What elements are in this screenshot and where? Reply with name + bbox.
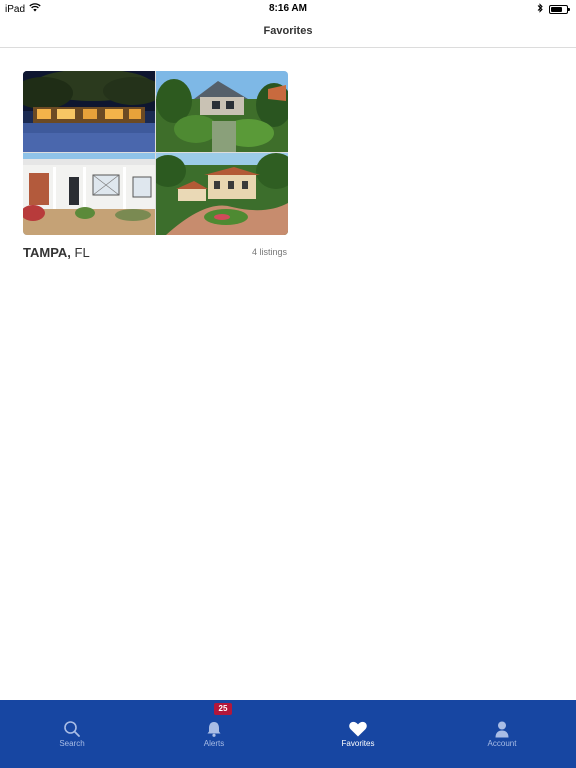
tab-bar: Search 25 Alerts Favorites Account [0, 700, 576, 768]
state-name: FL [74, 245, 90, 260]
tab-search-label: Search [59, 739, 85, 748]
tab-account[interactable]: Account [430, 700, 574, 768]
listing-photo-white-porch [23, 153, 155, 235]
city-label[interactable]: TAMPA, FL [23, 245, 90, 260]
page-title: Favorites [263, 25, 313, 37]
search-icon [64, 721, 80, 737]
status-time: 8:16 AM [269, 3, 307, 14]
city-name: TAMPA, [23, 245, 71, 260]
bell-icon [207, 722, 221, 737]
tab-favorites[interactable]: Favorites [286, 700, 430, 768]
card-meta: TAMPA, FL 4 listings [23, 243, 288, 269]
tab-search[interactable]: Search [0, 700, 144, 768]
alerts-badge: 25 [214, 703, 232, 715]
heart-icon [349, 721, 367, 737]
listing-photo-aerial-estate [156, 153, 288, 235]
photo-collage[interactable] [23, 71, 288, 235]
listing-count: 4 listings [251, 247, 287, 257]
tab-favorites-label: Favorites [341, 739, 375, 748]
listing-photo-night-driveway [23, 71, 155, 152]
person-icon [495, 721, 509, 738]
tab-alerts[interactable]: 25 Alerts [142, 700, 286, 768]
bluetooth-icon [537, 3, 543, 16]
tab-alerts-label: Alerts [203, 739, 225, 748]
listing-photo-palm-garden [156, 71, 288, 152]
nav-bar: Favorites [0, 18, 576, 48]
tab-account-label: Account [487, 739, 517, 748]
status-bar: iPad 8:16 AM [0, 0, 576, 18]
battery-icon [549, 5, 570, 14]
favorite-collection-card[interactable]: TAMPA, FL 4 listings [23, 71, 288, 269]
status-right [537, 3, 570, 16]
